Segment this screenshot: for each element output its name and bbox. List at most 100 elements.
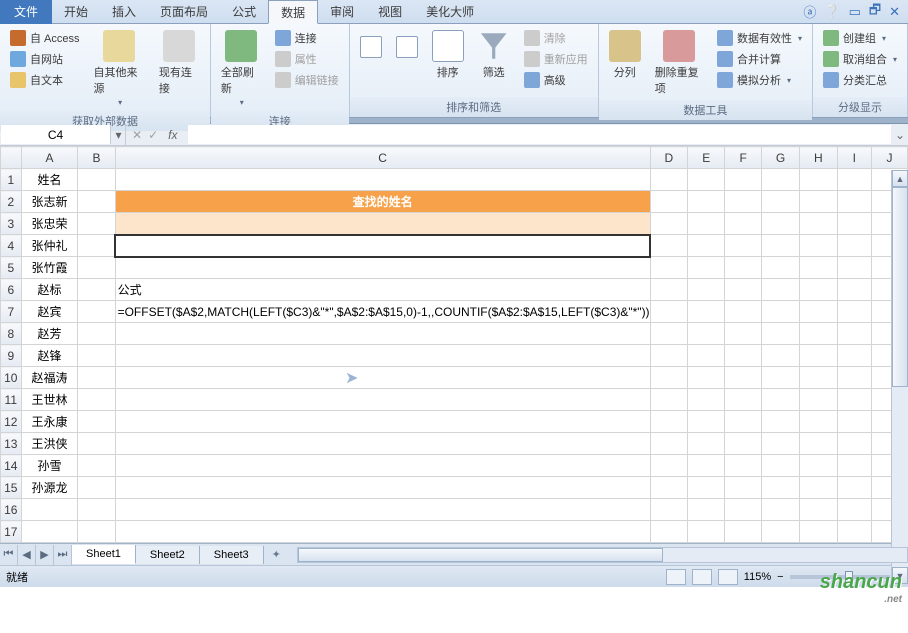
scroll-thumb[interactable] [298,548,663,562]
row-header[interactable]: 15 [1,477,22,499]
cell[interactable] [800,367,838,389]
cell[interactable]: 张仲礼 [21,235,78,257]
cell[interactable]: 赵宾 [21,301,78,323]
cell[interactable] [115,389,650,411]
cell[interactable] [650,235,688,257]
name-box-dropdown[interactable]: ▾ [112,124,126,145]
cell[interactable] [800,389,838,411]
cell[interactable] [650,389,688,411]
row-header[interactable]: 4 [1,235,22,257]
cell[interactable] [800,301,838,323]
view-pagebreak-button[interactable] [718,569,738,585]
cell[interactable] [688,521,725,543]
cell[interactable]: 张志新 [21,191,78,213]
cell[interactable] [800,169,838,191]
cell[interactable] [837,433,871,455]
cell[interactable]: 查找的姓名 [115,191,650,213]
cell[interactable] [762,345,800,367]
row-header[interactable]: 14 [1,455,22,477]
cell[interactable] [800,323,838,345]
cell[interactable]: 赵标 [21,279,78,301]
cell[interactable] [650,213,688,235]
tab-pagelayout[interactable]: 页面布局 [148,0,220,24]
cell[interactable]: 赵福涛 [21,367,78,389]
col-header[interactable]: G [762,147,800,169]
cell[interactable] [115,455,650,477]
cell[interactable] [688,323,725,345]
cell[interactable] [837,257,871,279]
cell[interactable] [78,433,115,455]
cell[interactable] [115,213,650,235]
cell[interactable] [115,235,650,257]
zoom-slider[interactable] [790,575,890,579]
cell[interactable] [800,411,838,433]
row-header[interactable]: 7 [1,301,22,323]
cell[interactable]: 赵芳 [21,323,78,345]
cell[interactable] [115,257,650,279]
cell[interactable] [800,213,838,235]
formula-input[interactable] [188,125,891,144]
cell[interactable] [800,191,838,213]
window-restore-icon[interactable]: 🗗 [869,1,881,23]
remove-duplicates-button[interactable]: 删除重复项 [649,26,709,100]
cell[interactable] [762,169,800,191]
cell[interactable] [725,521,762,543]
cell[interactable] [78,499,115,521]
cell[interactable] [688,169,725,191]
cell[interactable] [78,367,115,389]
col-header[interactable]: B [78,147,115,169]
tab-formulas[interactable]: 公式 [220,0,268,24]
subtotal-button[interactable]: 分类汇总 [819,70,901,90]
row-header[interactable]: 11 [1,389,22,411]
cell[interactable] [800,279,838,301]
formula-expand-icon[interactable]: ⌄ [892,128,908,142]
cell[interactable] [78,301,115,323]
cell[interactable] [688,367,725,389]
cell[interactable]: =OFFSET($A$2,MATCH(LEFT($C3)&"*",$A$2:$A… [115,301,650,323]
row-header[interactable]: 8 [1,323,22,345]
cell[interactable] [688,235,725,257]
cell[interactable] [650,477,688,499]
cell[interactable] [650,279,688,301]
cell[interactable] [115,367,650,389]
cell[interactable] [725,345,762,367]
cell[interactable]: 王世林 [21,389,78,411]
scroll-down-icon[interactable]: ▼ [892,567,908,584]
cell[interactable] [650,499,688,521]
cell[interactable] [78,257,115,279]
cell[interactable]: 赵锋 [21,345,78,367]
cell[interactable] [78,521,115,543]
cell[interactable] [725,213,762,235]
sheet-nav-prev[interactable]: ◀ [18,545,36,565]
cell[interactable] [688,191,725,213]
cell[interactable] [688,433,725,455]
cell[interactable] [800,499,838,521]
edit-links-button[interactable]: 编辑链接 [271,70,343,90]
scroll-up-icon[interactable]: ▲ [892,170,908,187]
fx-button[interactable]: fx [164,128,181,142]
cell[interactable] [650,323,688,345]
cell[interactable] [837,323,871,345]
cell[interactable] [762,191,800,213]
cell[interactable] [688,301,725,323]
col-header[interactable]: C [115,147,650,169]
cell[interactable] [725,169,762,191]
cell[interactable] [115,477,650,499]
cell[interactable] [837,235,871,257]
zoom-thumb[interactable] [845,571,853,583]
col-header[interactable]: J [871,147,907,169]
cell[interactable] [78,235,115,257]
new-sheet-button[interactable]: ✦ [264,545,289,564]
cell[interactable] [725,455,762,477]
cell[interactable] [837,367,871,389]
row-header[interactable]: 10 [1,367,22,389]
cell[interactable] [650,301,688,323]
cell[interactable] [78,389,115,411]
cell[interactable] [688,455,725,477]
row-header[interactable]: 2 [1,191,22,213]
cell[interactable] [837,279,871,301]
cell[interactable] [837,521,871,543]
cell[interactable] [21,521,78,543]
cell[interactable] [837,169,871,191]
existing-conn-button[interactable]: 现有连接 [153,26,206,100]
